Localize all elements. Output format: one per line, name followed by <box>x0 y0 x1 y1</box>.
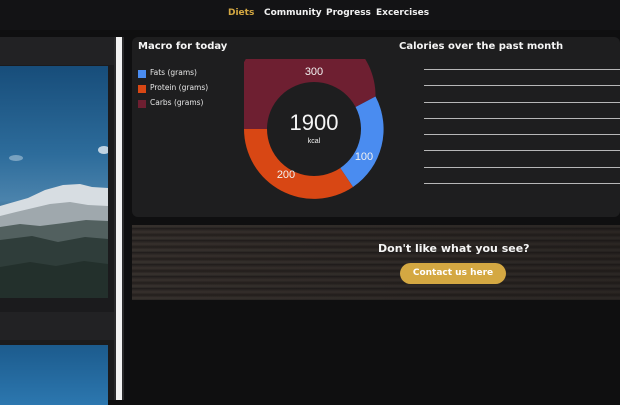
legend-label-carbs: Carbs (grams) <box>150 98 204 107</box>
left-card-footer <box>0 312 114 340</box>
calories-chart-title: Calories over the past month <box>399 41 564 52</box>
legend-label-protein: Protein (grams) <box>150 83 209 92</box>
banner-headline: Don't like what you see? <box>378 242 530 255</box>
nav-exercises[interactable]: Excercises <box>376 8 429 18</box>
left-card-header <box>0 37 114 65</box>
banner-overlay <box>132 225 620 300</box>
left-content-pane <box>0 37 114 405</box>
donut-label-protein: 200 <box>277 169 295 181</box>
calories-gridline <box>424 69 620 70</box>
scrollbar-thumb[interactable] <box>116 37 122 400</box>
calories-gridline <box>424 134 620 135</box>
calories-gridline <box>424 183 620 184</box>
sky-photo <box>0 345 108 405</box>
donut-label-carbs: 300 <box>305 66 323 78</box>
protein-swatch <box>138 85 146 93</box>
top-nav: Diets Community Progress Excercises <box>0 0 620 30</box>
fats-swatch <box>138 70 146 78</box>
donut-label-fats: 100 <box>355 151 373 163</box>
nav-community[interactable]: Community <box>264 8 322 18</box>
calories-gridline <box>424 118 620 119</box>
mountain-photo <box>0 66 108 298</box>
center-calories-unit: kcal <box>308 138 321 145</box>
mountain-image <box>0 146 108 298</box>
contact-banner: Don't like what you see? Contact us here <box>132 225 620 300</box>
contact-us-button[interactable]: Contact us here <box>400 263 506 284</box>
macro-donut-chart: 1900 kcal 300 100 200 <box>244 59 384 199</box>
legend-label-fats: Fats (grams) <box>150 68 197 77</box>
calories-gridline <box>424 85 620 86</box>
calories-gridline <box>424 150 620 151</box>
dashboard-panel: Macro for today Fats (grams) Protein (gr… <box>132 37 620 217</box>
carbs-swatch <box>138 100 146 108</box>
nav-progress[interactable]: Progress <box>326 8 371 18</box>
macro-title: Macro for today <box>138 41 228 52</box>
center-calories: 1900 <box>290 110 339 135</box>
calories-gridline <box>424 167 620 168</box>
nav-diets[interactable]: Diets <box>228 8 254 18</box>
calories-gridline <box>424 102 620 103</box>
